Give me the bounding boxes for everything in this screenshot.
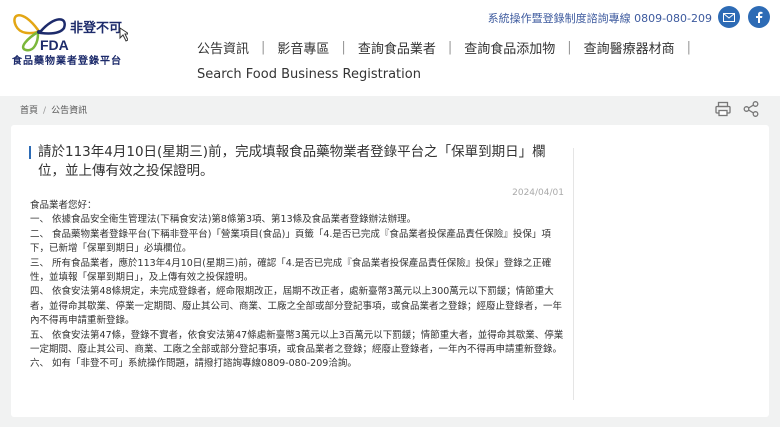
breadcrumb-home[interactable]: 首頁 bbox=[20, 106, 38, 116]
vertical-divider bbox=[573, 148, 574, 400]
article-paragraph: 六、 如有「非登不可」系統操作問題，請撥打諮詢專線0809-080-209洽詢。 bbox=[30, 358, 357, 370]
nav-videos[interactable]: 影音專區 bbox=[277, 38, 329, 57]
breadcrumb-bar: 首頁 / 公告資訊 bbox=[0, 96, 780, 122]
breadcrumb: 首頁 / 公告資訊 bbox=[20, 103, 87, 116]
svg-text:FDA: FDA bbox=[40, 37, 69, 53]
nav-separator: | bbox=[447, 40, 453, 55]
facebook-icon bbox=[756, 11, 763, 23]
breadcrumb-separator: / bbox=[43, 106, 47, 116]
nav-separator: | bbox=[341, 40, 346, 55]
nav-search-food-additives[interactable]: 查詢食品添加物 bbox=[464, 38, 555, 57]
nav-separator: | bbox=[567, 40, 572, 55]
nav-announcements[interactable]: 公告資訊 bbox=[197, 38, 249, 57]
main-nav: 公告資訊 | 影音專區 | 查詢食品業者 | 查詢食品添加物 | 查詢醫療器材商… bbox=[197, 38, 703, 57]
article-paragraph: 四、 依食安法第48條規定，未完成登錄者，經命限期改正，屆期不改正者，處新臺幣3… bbox=[30, 286, 563, 327]
breadcrumb-announcements[interactable]: 公告資訊 bbox=[51, 106, 87, 116]
article-date: 2024/04/01 bbox=[512, 188, 564, 198]
site-header: FDA 非登不可 食品藥物業者登錄平台 系統操作暨登錄制度諮詢專線 0809-0… bbox=[0, 0, 780, 96]
article-paragraph: 食品業者您好： bbox=[30, 200, 97, 211]
print-icon[interactable] bbox=[714, 100, 732, 118]
svg-text:非登不可: 非登不可 bbox=[70, 20, 122, 36]
mail-button[interactable] bbox=[718, 6, 740, 28]
nav-search-food-business-registration[interactable]: Search Food Business Registration bbox=[197, 67, 421, 82]
article-title: 請於113年4月10日(星期三)前，完成填報食品藥物業者登錄平台之「保單到期日」… bbox=[38, 144, 546, 179]
nav-search-medical-device[interactable]: 查詢醫療器材商 bbox=[584, 38, 675, 57]
nav-search-food-business[interactable]: 查詢食品業者 bbox=[358, 38, 436, 57]
article-paragraph: 一、 依據食品安全衛生管理法(下稱食安法)第8條第3項、第13條及食品業者登錄辦… bbox=[30, 214, 417, 226]
article-paragraph: 五、 依食安法第47條，登錄不實者，依食安法第47條處新臺幣3萬元以上3百萬元以… bbox=[30, 329, 564, 356]
article-body: 食品業者您好： 一、 依據食品安全衛生管理法(下稱食安法)第8條第3項、第13條… bbox=[30, 199, 568, 372]
article-paragraph: 三、 所有食品業者，應於113年4月10日(星期三)前，確認「4.是否已完成『食… bbox=[30, 257, 552, 284]
hotline-text: 系統操作暨登錄制度諮詢專線 0809-080-209 bbox=[487, 12, 712, 25]
site-logo[interactable]: FDA 非登不可 食品藥物業者登錄平台 bbox=[8, 4, 128, 67]
logo-platform-name: 食品藥物業者登錄平台 bbox=[12, 56, 122, 67]
title-accent-bar bbox=[29, 146, 31, 159]
facebook-button[interactable] bbox=[748, 6, 770, 28]
nav-separator: | bbox=[261, 40, 266, 55]
butterfly-logo-icon: FDA 非登不可 bbox=[13, 14, 128, 53]
article-paragraph: 二、 食品藥物業者登錄平台(下稱非登平台)「營業項目(食品)」頁籤「4.是否已完… bbox=[30, 228, 551, 255]
mail-icon bbox=[723, 12, 735, 22]
nav-separator: | bbox=[686, 40, 692, 55]
share-icon[interactable] bbox=[742, 100, 760, 118]
